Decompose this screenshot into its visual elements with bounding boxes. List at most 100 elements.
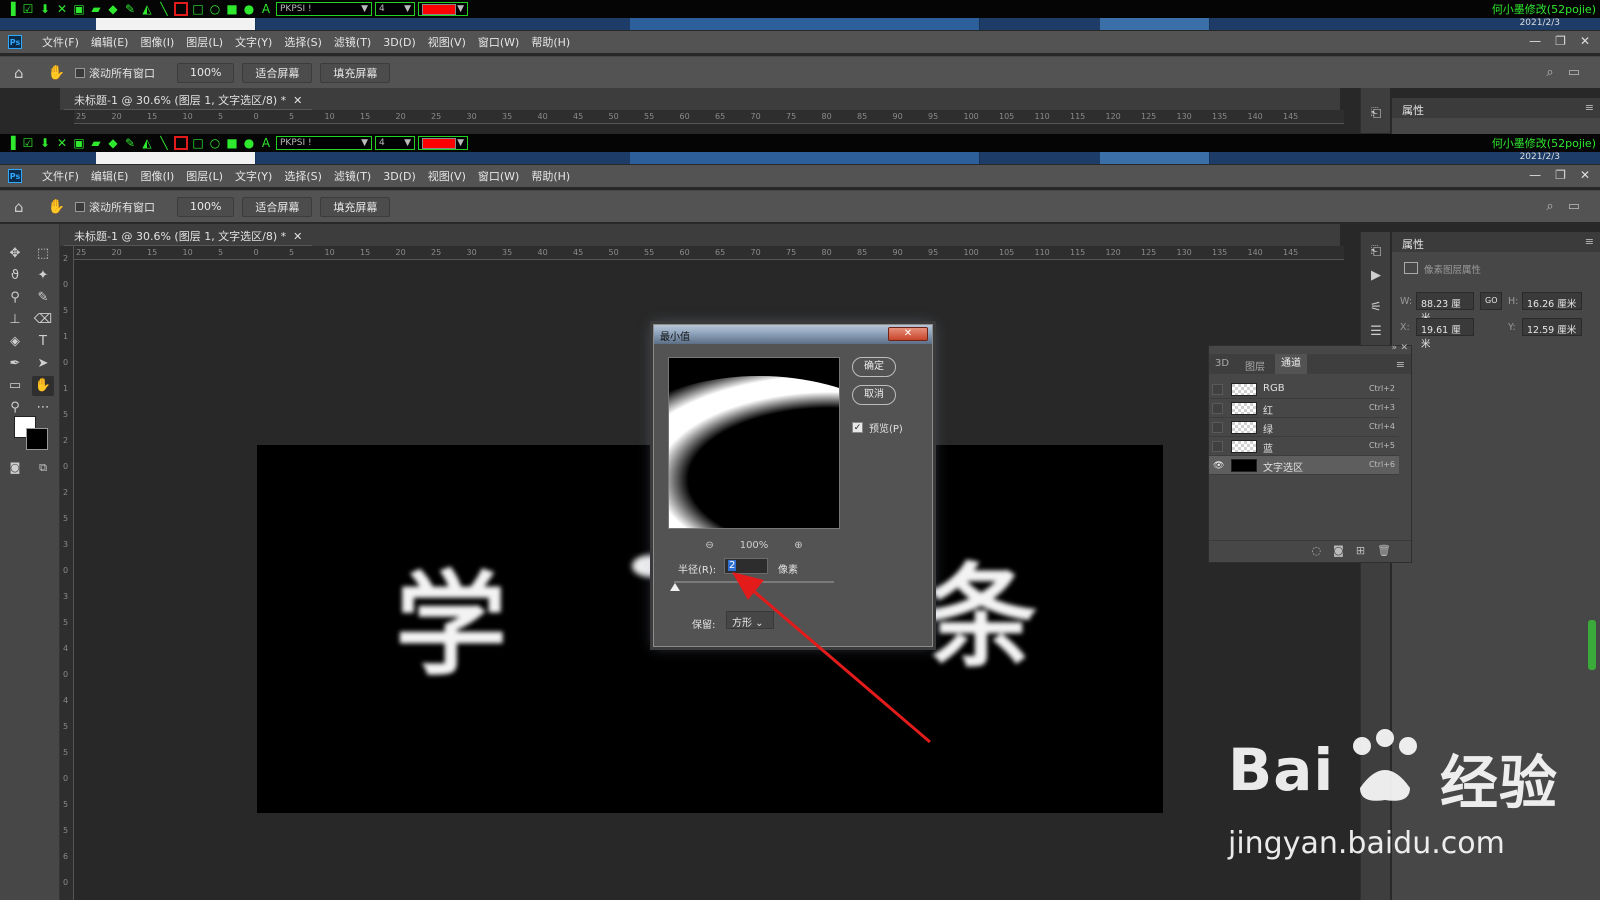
history-icon[interactable]: ⎗ xyxy=(1367,106,1385,124)
menu-image[interactable]: 图像(I) xyxy=(134,168,180,184)
scroll-all-checkbox[interactable] xyxy=(74,201,85,212)
save-icon[interactable]: ▣ xyxy=(72,136,86,150)
more-tools-icon[interactable]: ⋯ xyxy=(32,398,54,418)
zoom-100-button[interactable]: 100% xyxy=(176,62,235,83)
menu-filter[interactable]: 滤镜(T) xyxy=(328,34,377,50)
size-combo[interactable]: 4 ▼ xyxy=(375,136,415,150)
hand-icon[interactable]: ✋ xyxy=(48,199,65,215)
tool-icon[interactable]: ▐ xyxy=(4,136,18,150)
width-field[interactable]: 88.23 厘米 xyxy=(1416,292,1474,324)
visibility-toggle[interactable] xyxy=(1212,403,1223,414)
menu-help[interactable]: 帮助(H) xyxy=(525,168,576,184)
type-tool-icon[interactable]: T xyxy=(32,332,54,352)
hand-tool-icon[interactable]: ✋ xyxy=(32,376,54,396)
menu-image[interactable]: 图像(I) xyxy=(134,34,180,50)
font-combo[interactable]: PKPSI ! ▼ xyxy=(276,2,372,16)
workspace-icon[interactable]: ▭ xyxy=(1568,65,1580,80)
fit-screen-button[interactable]: 适合屏幕 xyxy=(242,62,313,83)
highlighter-icon[interactable]: ◭ xyxy=(140,2,154,16)
fill-screen-button[interactable]: 填充屏幕 xyxy=(320,196,391,217)
save-selection-icon[interactable]: ◙ xyxy=(1333,544,1344,562)
trash-icon[interactable]: 🗑 xyxy=(1377,544,1391,562)
magic-wand-icon[interactable]: ✦ xyxy=(32,266,54,286)
filled-rect-icon[interactable]: ■ xyxy=(225,2,239,16)
tab-layers[interactable]: 图层 xyxy=(1245,358,1265,373)
screen-mode-icon[interactable]: ⧉ xyxy=(32,458,54,478)
menu-3d[interactable]: 3D(D) xyxy=(377,170,422,183)
close-icon[interactable]: ✕ xyxy=(55,2,69,16)
rect-icon[interactable]: □ xyxy=(191,136,205,150)
channel-row-text-selection[interactable]: 👁 文字选区 Ctrl+6 xyxy=(1209,456,1399,475)
zoom-100-button[interactable]: 100% xyxy=(176,196,235,217)
panel-close-icon[interactable]: ✕ xyxy=(1400,343,1408,353)
menu-window[interactable]: 窗口(W) xyxy=(472,34,525,50)
menu-view[interactable]: 视图(V) xyxy=(422,168,472,184)
eraser-tool-icon[interactable]: ⌫ xyxy=(32,310,54,330)
zoom-out-icon[interactable]: ⊖ xyxy=(705,540,713,551)
circle-icon[interactable]: ○ xyxy=(208,136,222,150)
text-icon[interactable]: A xyxy=(259,2,273,16)
preview-checkbox[interactable]: ✓ xyxy=(852,422,863,433)
stamp-tool-icon[interactable]: ⊥ xyxy=(4,310,26,330)
channel-row-green[interactable]: 绿 Ctrl+4 xyxy=(1209,418,1399,437)
restore-icon[interactable]: ❐ xyxy=(1555,168,1566,182)
color-combo[interactable]: ▼ xyxy=(418,2,468,16)
minimize-icon[interactable]: — xyxy=(1529,168,1541,182)
check-icon[interactable]: ☑ xyxy=(21,136,35,150)
download-icon[interactable]: ⬇ xyxy=(38,2,52,16)
scroll-indicator[interactable] xyxy=(1588,620,1596,670)
channel-row-blue[interactable]: 蓝 Ctrl+5 xyxy=(1209,437,1399,456)
visibility-toggle[interactable] xyxy=(1212,384,1223,395)
shape-tool-icon[interactable]: ▭ xyxy=(4,376,26,396)
x-field[interactable]: 19.61 厘米 xyxy=(1416,318,1474,350)
font-combo[interactable]: PKPSI ! ▼ xyxy=(276,136,372,150)
color-combo[interactable]: ▼ xyxy=(418,136,468,150)
restore-icon[interactable]: ❐ xyxy=(1555,34,1566,48)
home-icon[interactable]: ⌂ xyxy=(14,198,24,216)
menu-help[interactable]: 帮助(H) xyxy=(525,34,576,50)
radius-slider-handle[interactable] xyxy=(670,583,680,591)
lasso-tool-icon[interactable]: ϑ xyxy=(4,266,26,286)
filled-circle-icon[interactable]: ● xyxy=(242,2,256,16)
minimize-icon[interactable]: — xyxy=(1529,34,1541,48)
menu-file[interactable]: 文件(F) xyxy=(36,168,85,184)
filled-rect-icon[interactable]: ■ xyxy=(225,136,239,150)
path-select-icon[interactable]: ➤ xyxy=(32,354,54,374)
window-close-icon[interactable]: ✕ xyxy=(1580,168,1590,182)
menu-select[interactable]: 选择(S) xyxy=(278,34,328,50)
text-icon[interactable]: A xyxy=(259,136,273,150)
fit-screen-button[interactable]: 适合屏幕 xyxy=(242,196,313,217)
rect-icon[interactable]: □ xyxy=(191,2,205,16)
check-icon[interactable]: ☑ xyxy=(21,2,35,16)
pen-icon[interactable]: ✎ xyxy=(123,136,137,150)
brush-tool-icon[interactable]: ✎ xyxy=(32,288,54,308)
menu-view[interactable]: 视图(V) xyxy=(422,34,472,50)
workspace-icon[interactable]: ▭ xyxy=(1568,199,1580,214)
y-field[interactable]: 12.59 厘米 xyxy=(1522,318,1582,336)
menu-type[interactable]: 文字(Y) xyxy=(229,34,278,50)
adjust-icon[interactable]: ⚟ xyxy=(1367,300,1385,318)
tool-icon[interactable]: ▐ xyxy=(4,2,18,16)
line-icon[interactable]: ╲ xyxy=(157,2,171,16)
collapse-icon[interactable]: » xyxy=(1391,343,1397,353)
size-combo[interactable]: 4 ▼ xyxy=(375,2,415,16)
panel-menu-icon[interactable]: ≡ xyxy=(1585,235,1594,248)
document-tab[interactable]: 未标题-1 @ 30.6% (图层 1, 文字选区/8) * ✕ xyxy=(64,224,313,246)
menu-edit[interactable]: 编辑(E) xyxy=(85,168,135,184)
zoom-tool-icon[interactable]: ⚲ xyxy=(4,398,26,418)
pen-tool-icon[interactable]: ✒ xyxy=(4,354,26,374)
scroll-all-checkbox[interactable] xyxy=(74,67,85,78)
dialog-close-button[interactable]: ✕ xyxy=(888,327,928,341)
menu-window[interactable]: 窗口(W) xyxy=(472,168,525,184)
eye-icon[interactable]: 👁 xyxy=(1212,460,1224,471)
cancel-button[interactable]: 取消 xyxy=(852,385,896,405)
fill-screen-button[interactable]: 填充屏幕 xyxy=(320,62,391,83)
highlighter-icon[interactable]: ◭ xyxy=(140,136,154,150)
download-icon[interactable]: ⬇ xyxy=(38,136,52,150)
new-channel-icon[interactable]: ⊞ xyxy=(1356,544,1365,562)
sliders-icon[interactable]: ☰ xyxy=(1367,324,1385,342)
arrow-tool-icon[interactable] xyxy=(174,136,188,150)
background-color[interactable] xyxy=(26,428,48,450)
menu-3d[interactable]: 3D(D) xyxy=(377,36,422,49)
filled-circle-icon[interactable]: ● xyxy=(242,136,256,150)
